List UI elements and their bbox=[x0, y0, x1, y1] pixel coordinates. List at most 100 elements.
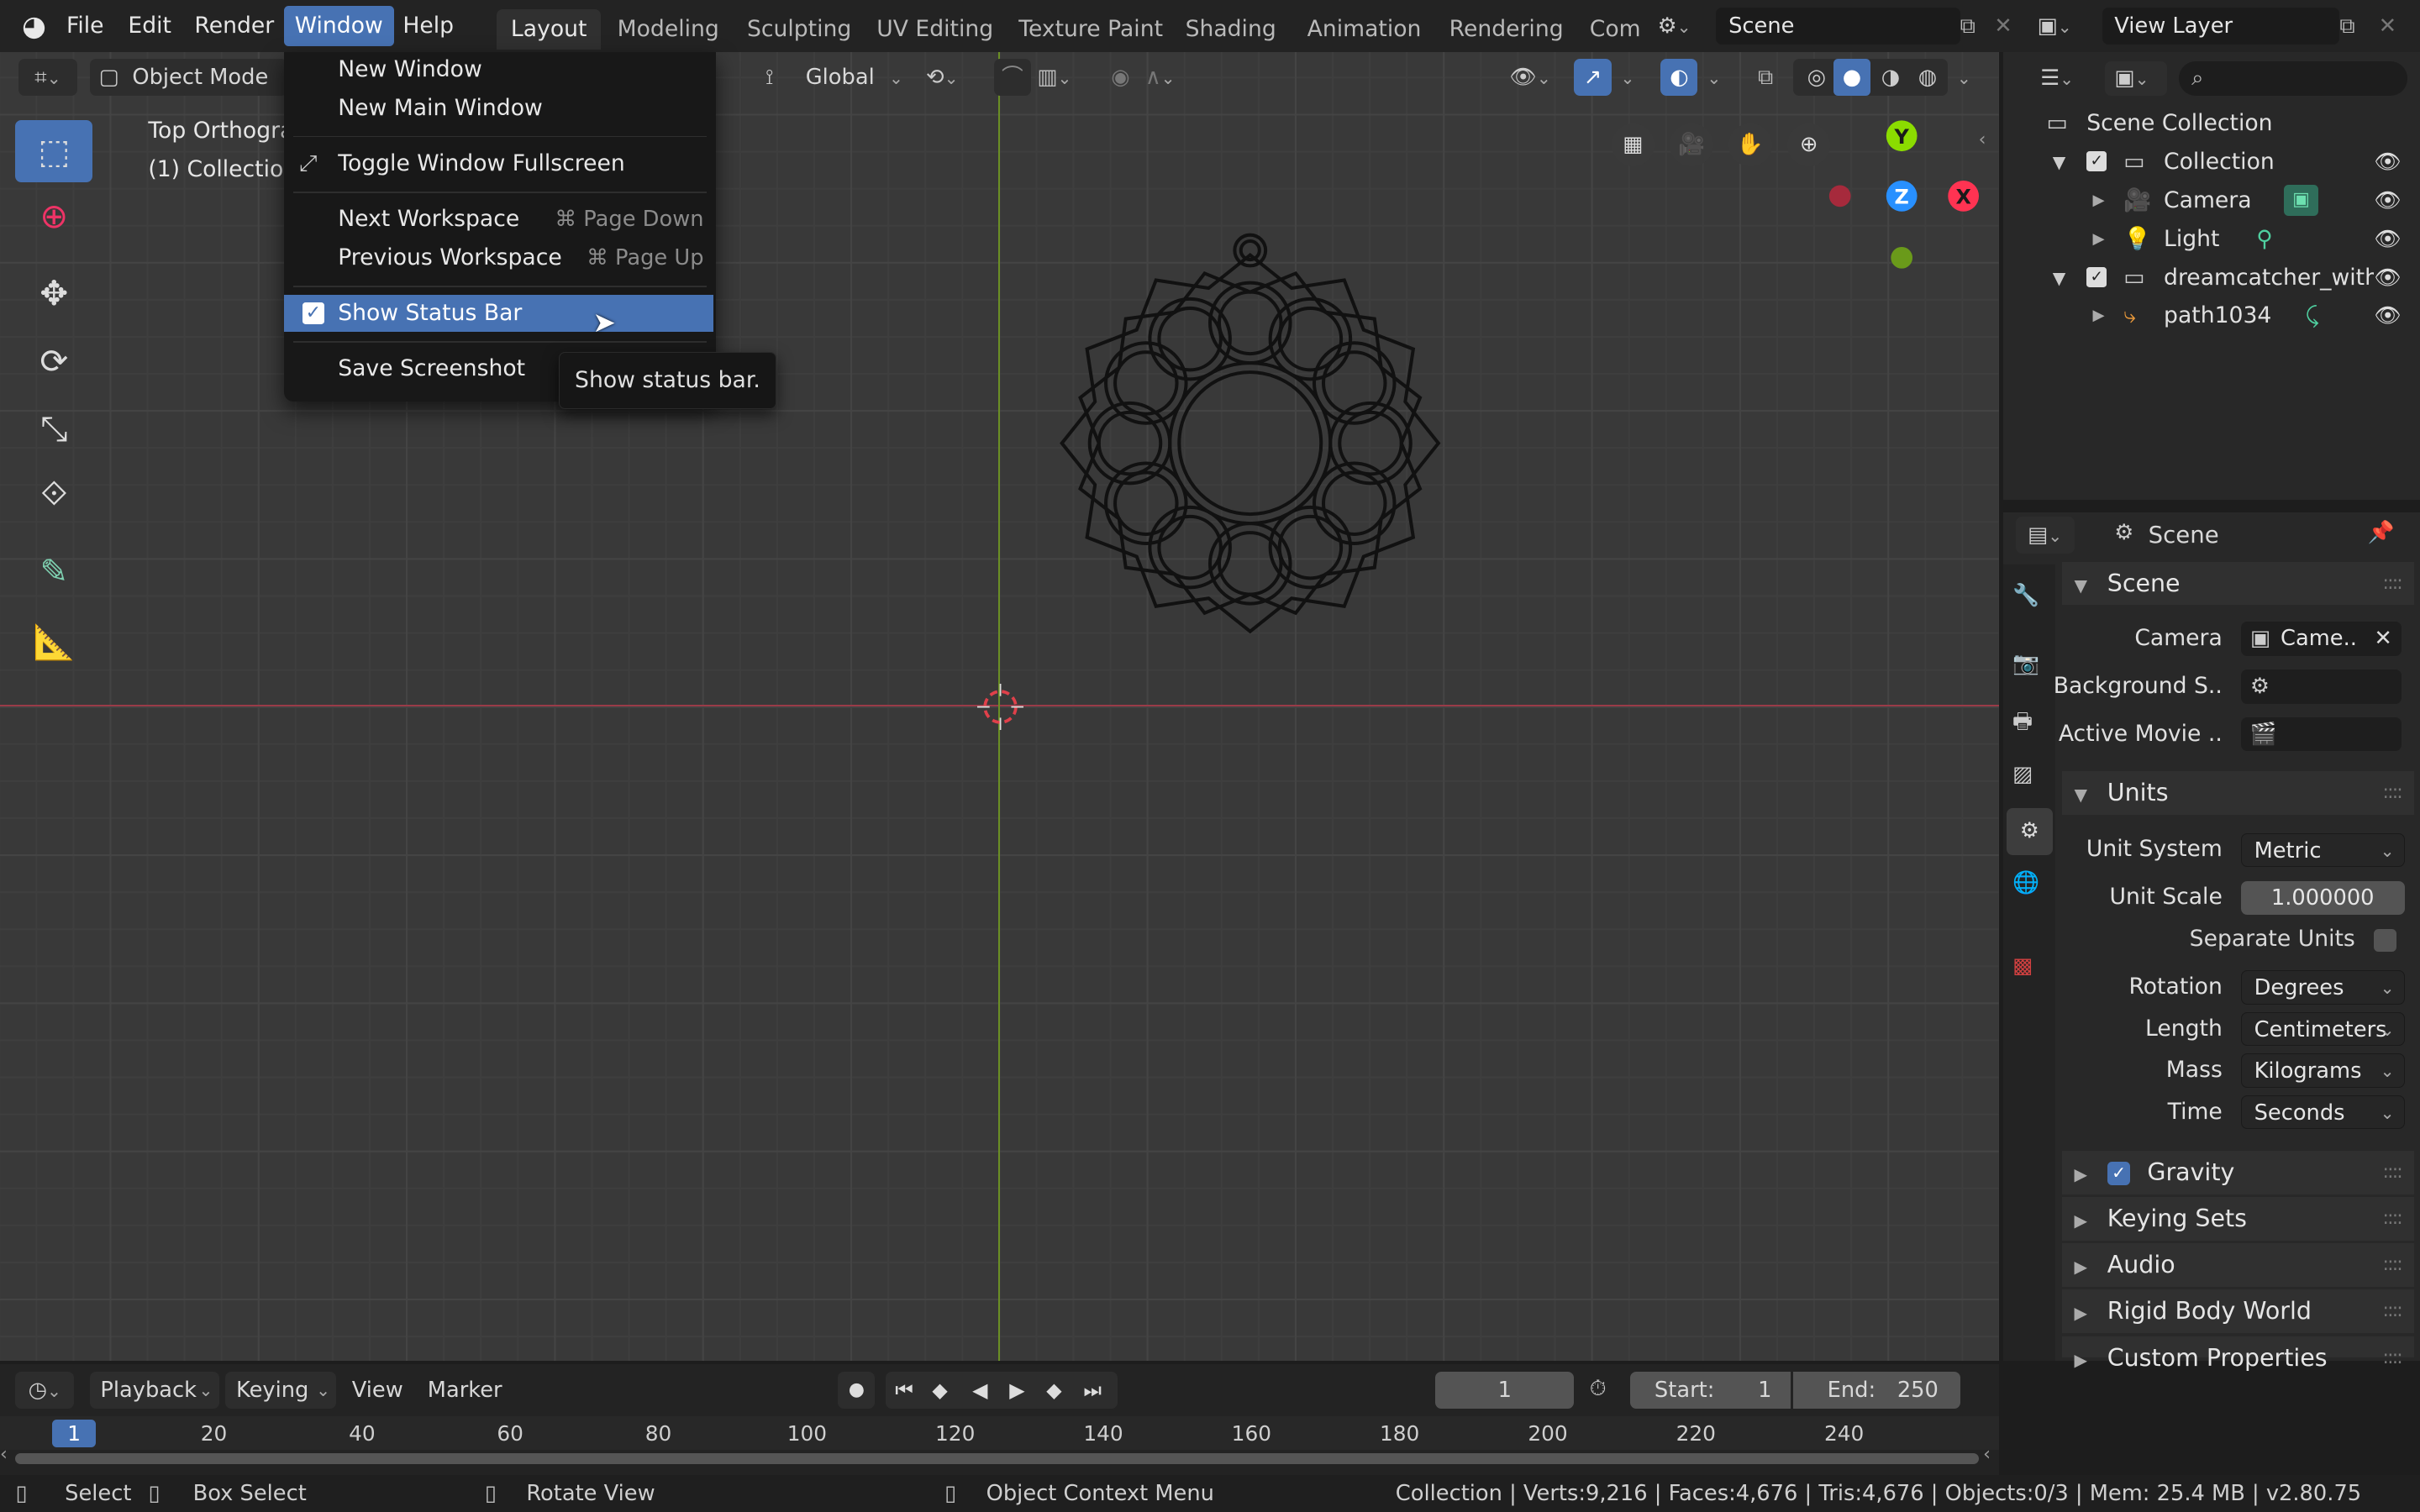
measure-tool-icon[interactable]: 📐 bbox=[15, 611, 92, 672]
scene-selector-icon[interactable]: ⚙⌄ bbox=[1658, 8, 1713, 45]
tab-uv-editing[interactable]: UV Editing bbox=[863, 9, 1007, 50]
outliner-row-path1034[interactable]: ▶ ⤷ path1034 ⤹ 👁 bbox=[2003, 297, 2420, 334]
unit-system-select[interactable]: Metric ⌄ bbox=[2240, 832, 2405, 868]
pan-view-icon[interactable]: ✋ bbox=[1728, 123, 1772, 167]
current-frame-field[interactable]: 1 bbox=[1435, 1371, 1575, 1409]
pivot-point-icon[interactable]: ⟲⌄ bbox=[926, 59, 981, 97]
scene-name-field[interactable]: Scene bbox=[1716, 8, 1960, 45]
outliner-row-camera[interactable]: ▶ 🎥 Camera ▣ 👁 bbox=[2003, 182, 2420, 219]
chevron-left-icon[interactable]: ‹ bbox=[1983, 1444, 1991, 1465]
menu-file[interactable]: File bbox=[55, 6, 114, 46]
camera-field[interactable]: ▣ Came.. ✕ bbox=[2240, 622, 2402, 656]
wireframe-shading-icon[interactable]: ◎ bbox=[1800, 59, 1833, 96]
movie-clip-field[interactable]: 🎬 bbox=[2240, 717, 2402, 752]
dreamcatcher-object[interactable] bbox=[1050, 232, 1451, 648]
rigid-body-panel-header[interactable]: ▶ Rigid Body World :::: bbox=[2061, 1289, 2414, 1333]
outliner-filter-icon[interactable]: ▣⌄ bbox=[2105, 61, 2167, 96]
chevron-down-icon[interactable]: ⌄ bbox=[1707, 68, 1721, 88]
keying-menu[interactable]: Keying ⌄ bbox=[225, 1371, 337, 1409]
outliner-display-mode-icon[interactable]: ☰⌄ bbox=[2040, 61, 2096, 96]
timeline-scrollbar[interactable] bbox=[15, 1453, 1979, 1464]
material-shading-icon[interactable]: ◑ bbox=[1874, 59, 1907, 96]
falloff-icon[interactable]: ∧⌄ bbox=[1145, 59, 1201, 97]
orientation-selector[interactable]: Global bbox=[806, 59, 883, 96]
tool-tab-icon[interactable]: 🔧 bbox=[2012, 583, 2039, 608]
navigation-gizmo[interactable]: Y Z X bbox=[1818, 114, 1988, 284]
chevron-down-icon[interactable]: ⌄ bbox=[1957, 68, 1971, 88]
curve-data-icon[interactable]: ⤹ bbox=[2306, 297, 2319, 334]
start-frame-field[interactable]: Start: 1 bbox=[1629, 1371, 1791, 1409]
custom-properties-panel-header[interactable]: ▶ Custom Properties :::: bbox=[2061, 1336, 2414, 1372]
drag-handle-icon[interactable]: :::: bbox=[2383, 1289, 2403, 1332]
tab-modeling[interactable]: Modeling bbox=[603, 9, 733, 50]
jump-start-icon[interactable]: ⏮ bbox=[895, 1372, 913, 1409]
tab-compositing[interactable]: Com bbox=[1576, 9, 1651, 50]
eye-icon[interactable]: 👁 bbox=[2374, 182, 2402, 219]
chevron-down-icon[interactable]: ⌄ bbox=[1621, 68, 1635, 88]
keying-sets-panel-header[interactable]: ▶ Keying Sets :::: bbox=[2061, 1197, 2414, 1241]
play-icon[interactable]: ▶ bbox=[1009, 1372, 1024, 1409]
solid-shading-icon[interactable]: ● bbox=[1833, 58, 1871, 96]
view-layer-field[interactable]: View Layer bbox=[2102, 8, 2340, 45]
new-scene-icon[interactable]: ⧉ bbox=[1951, 8, 1985, 45]
delete-scene-icon[interactable]: ✕ bbox=[1988, 8, 2019, 45]
next-keyframe-icon[interactable]: ◆ bbox=[1046, 1372, 1061, 1409]
drag-handle-icon[interactable]: :::: bbox=[2383, 1243, 2403, 1286]
prev-keyframe-icon[interactable]: ◆ bbox=[932, 1372, 947, 1409]
rotate-tool-icon[interactable]: ⟳ bbox=[15, 330, 92, 391]
menu-item-show-status-bar[interactable]: ✓ Show Status Bar bbox=[283, 294, 713, 332]
expand-arrow-icon[interactable]: ▼ bbox=[2053, 260, 2066, 297]
eye-icon[interactable]: 👁 bbox=[2374, 144, 2402, 181]
snap-toggle-icon[interactable]: ⌒ bbox=[993, 58, 1031, 96]
menu-item-new-main-window[interactable]: New Main Window bbox=[284, 90, 716, 127]
visibility-icon[interactable]: 👁⌄ bbox=[1509, 59, 1565, 97]
expand-arrow-icon[interactable]: ▶ bbox=[2093, 297, 2105, 334]
xray-toggle-icon[interactable]: ⧉ bbox=[1747, 59, 1784, 96]
snap-target-icon[interactable]: ▥⌄ bbox=[1037, 59, 1092, 97]
expand-arrow-icon[interactable]: ▼ bbox=[2053, 144, 2066, 181]
eye-icon[interactable]: 👁 bbox=[2374, 221, 2402, 258]
units-panel-header[interactable]: ▼ Units :::: bbox=[2061, 771, 2414, 815]
outliner-search-input[interactable]: ⌕ bbox=[2179, 61, 2408, 96]
tab-sculpting[interactable]: Sculpting bbox=[733, 9, 865, 50]
overlay-toggle-icon[interactable]: ◐ bbox=[1660, 58, 1698, 96]
orientation-icon[interactable]: ⟟ bbox=[765, 59, 799, 96]
eye-icon[interactable]: 👁 bbox=[2374, 260, 2402, 297]
scene-panel-header[interactable]: ▼ Scene :::: bbox=[2061, 561, 2414, 605]
menu-item-toggle-fullscreen[interactable]: ⤢ Toggle Window Fullscreen bbox=[284, 145, 716, 182]
proportional-edit-icon[interactable]: ◉ bbox=[1105, 59, 1136, 96]
outliner-row-light[interactable]: ▶ 💡 Light ⚲ 👁 bbox=[2003, 221, 2420, 258]
pin-icon[interactable]: 📌 bbox=[2367, 520, 2394, 545]
frame-ruler[interactable]: 1 20 40 60 80 100 120 140 160 180 200 22… bbox=[0, 1416, 1999, 1451]
annotate-tool-icon[interactable]: ✎ bbox=[15, 540, 92, 601]
stopwatch-icon[interactable]: ⏱ bbox=[1590, 1376, 1607, 1402]
gizmo-toggle-icon[interactable]: ↗ bbox=[1574, 58, 1612, 96]
drag-handle-icon[interactable]: :::: bbox=[2383, 562, 2403, 605]
audio-panel-header[interactable]: ▶ Audio :::: bbox=[2061, 1243, 2414, 1287]
menu-item-new-window[interactable]: New Window bbox=[284, 51, 716, 88]
move-tool-icon[interactable]: ✥ bbox=[15, 262, 92, 323]
background-scene-field[interactable]: ⚙ bbox=[2240, 669, 2402, 704]
checkbox-checked-icon[interactable]: ✓ bbox=[302, 302, 324, 324]
select-box-tool-icon[interactable]: ⬚ bbox=[15, 120, 93, 182]
gravity-checkbox[interactable]: ✓ bbox=[2107, 1162, 2131, 1185]
cursor-tool-icon[interactable]: ⊕ bbox=[15, 185, 92, 246]
menu-item-previous-workspace[interactable]: Previous Workspace ⌘ Page Up bbox=[284, 239, 716, 276]
clear-icon[interactable]: ✕ bbox=[2374, 622, 2392, 655]
menu-edit[interactable]: Edit bbox=[118, 6, 182, 46]
tab-shading[interactable]: Shading bbox=[1171, 9, 1290, 50]
current-frame-marker[interactable]: 1 bbox=[52, 1419, 96, 1447]
outliner-row-scene-collection[interactable]: ▭ Scene Collection bbox=[2003, 105, 2420, 142]
properties-editor-type-icon[interactable]: ▤⌄ bbox=[2015, 517, 2075, 554]
blender-logo-icon[interactable]: ◕ bbox=[15, 9, 52, 43]
marker-menu[interactable]: Marker bbox=[428, 1378, 502, 1403]
menu-window[interactable]: Window bbox=[283, 6, 394, 47]
menu-item-next-workspace[interactable]: Next Workspace ⌘ Page Down bbox=[284, 201, 716, 238]
checkbox-checked-icon[interactable]: ✓ bbox=[2086, 150, 2107, 171]
sidebar-toggle-icon[interactable]: ‹ bbox=[1979, 129, 1986, 150]
camera-view-icon[interactable]: 🎥 bbox=[1670, 123, 1713, 167]
record-button-icon[interactable]: ● bbox=[838, 1371, 876, 1409]
length-select[interactable]: Centimeters ⌄ bbox=[2240, 1011, 2405, 1047]
camera-data-icon[interactable]: ▣ bbox=[2284, 185, 2318, 217]
unit-scale-field[interactable]: 1.000000 bbox=[2240, 880, 2405, 916]
